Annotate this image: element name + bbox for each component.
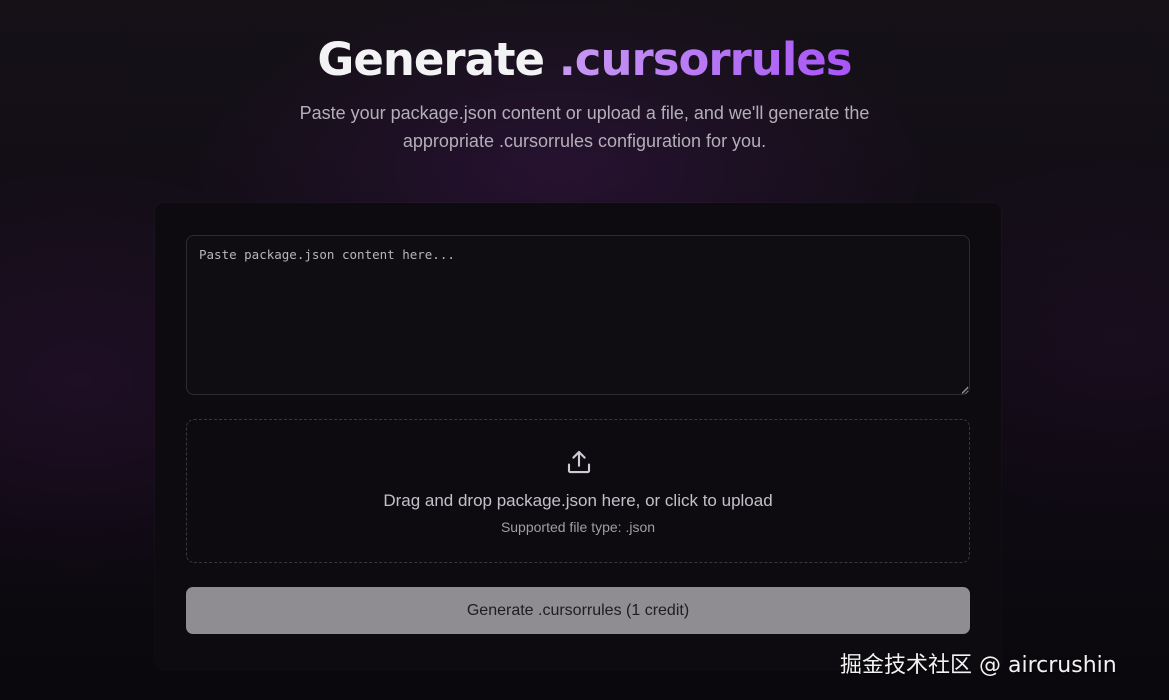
page-title: Generate .cursorrules <box>0 30 1169 90</box>
generate-cursorrules-button[interactable]: Generate .cursorrules (1 credit) <box>186 587 970 634</box>
package-json-textarea[interactable] <box>186 235 970 395</box>
page-subtitle-line-1: Paste your package.json content or uploa… <box>299 103 870 123</box>
supported-file-type-hint: Supported file type: .json <box>500 519 656 535</box>
page-title-accent: .cursorrules <box>558 33 853 86</box>
file-upload-dropzone[interactable]: Drag and drop package.json here, or clic… <box>186 419 970 563</box>
page-subtitle: Paste your package.json content or uploa… <box>0 99 1169 155</box>
generator-card: Drag and drop package.json here, or clic… <box>155 203 1001 669</box>
page-title-plain: Generate <box>317 33 545 86</box>
upload-icon <box>567 450 591 474</box>
watermark: 掘金技术社区 @ aircrushin <box>840 653 1117 678</box>
page-subtitle-line-2: appropriate .cursorrules configuration f… <box>402 131 767 151</box>
upload-instructions: Drag and drop package.json here, or clic… <box>383 491 773 510</box>
